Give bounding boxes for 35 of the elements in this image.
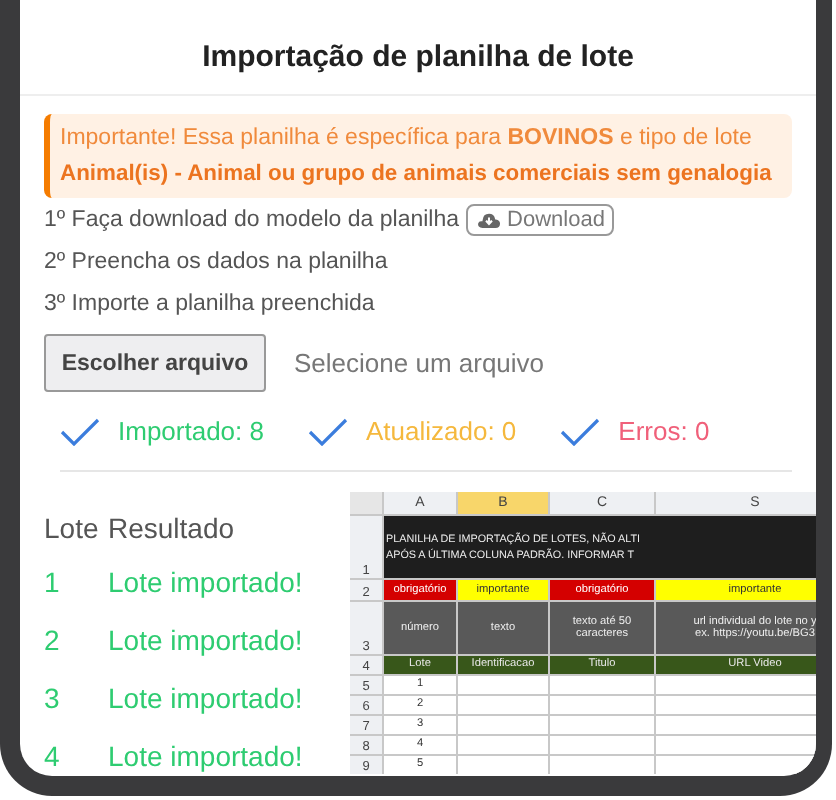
summary-count: Atualizado: 0 <box>366 416 517 446</box>
sheet-corner <box>350 492 382 514</box>
lot-number: 4 <box>44 739 62 771</box>
alert-lot-type: Animal(is) - Animal ou grupo de animais comerciais sem genalogia <box>60 160 774 190</box>
download-button[interactable]: Download <box>465 203 615 235</box>
dialog-title: Importação de planilha de lote <box>20 0 816 96</box>
step-text: 3º Importe a planilha preenchida <box>44 291 375 315</box>
step-text: 1º Faça download do modelo da planilha <box>44 207 460 231</box>
lot-number: 2 <box>44 623 62 655</box>
sheet-cell <box>550 716 654 734</box>
checkmark-icon <box>60 417 100 445</box>
sheet-cell <box>550 676 654 694</box>
alert-text: Importante! Essa planilha é específica para BOVINOS e tipo de lote <box>60 124 754 154</box>
sheet-cell <box>458 716 548 734</box>
result-text: Lote importado! <box>108 565 303 597</box>
summary-count: Erros: 0 <box>618 416 710 446</box>
sheet-cell <box>458 696 548 714</box>
sheet-cell <box>550 696 654 714</box>
lot-number: 3 <box>44 681 62 713</box>
result-text: Lote importado! <box>108 681 303 713</box>
summary-count: Importado: 8 <box>118 416 264 446</box>
sheet-cell <box>458 676 548 694</box>
cloud-download-icon <box>475 209 502 229</box>
checkmark-icon <box>308 417 348 445</box>
result-text: Lote importado! <box>108 623 303 655</box>
column-header: Resultado <box>108 512 235 544</box>
choose-file-button[interactable]: Escolher arquivo <box>44 334 266 392</box>
step-text: 2º Preencha os dados na planilha <box>44 249 388 273</box>
sheet-cell <box>458 736 548 754</box>
result-text: Lote importado! <box>108 739 303 771</box>
file-status: Selecione um arquivo <box>294 348 545 378</box>
column-header: Lote <box>44 512 101 544</box>
lot-number: 1 <box>44 565 62 597</box>
sheet-cell <box>550 736 654 754</box>
checkmark-icon <box>560 417 601 445</box>
